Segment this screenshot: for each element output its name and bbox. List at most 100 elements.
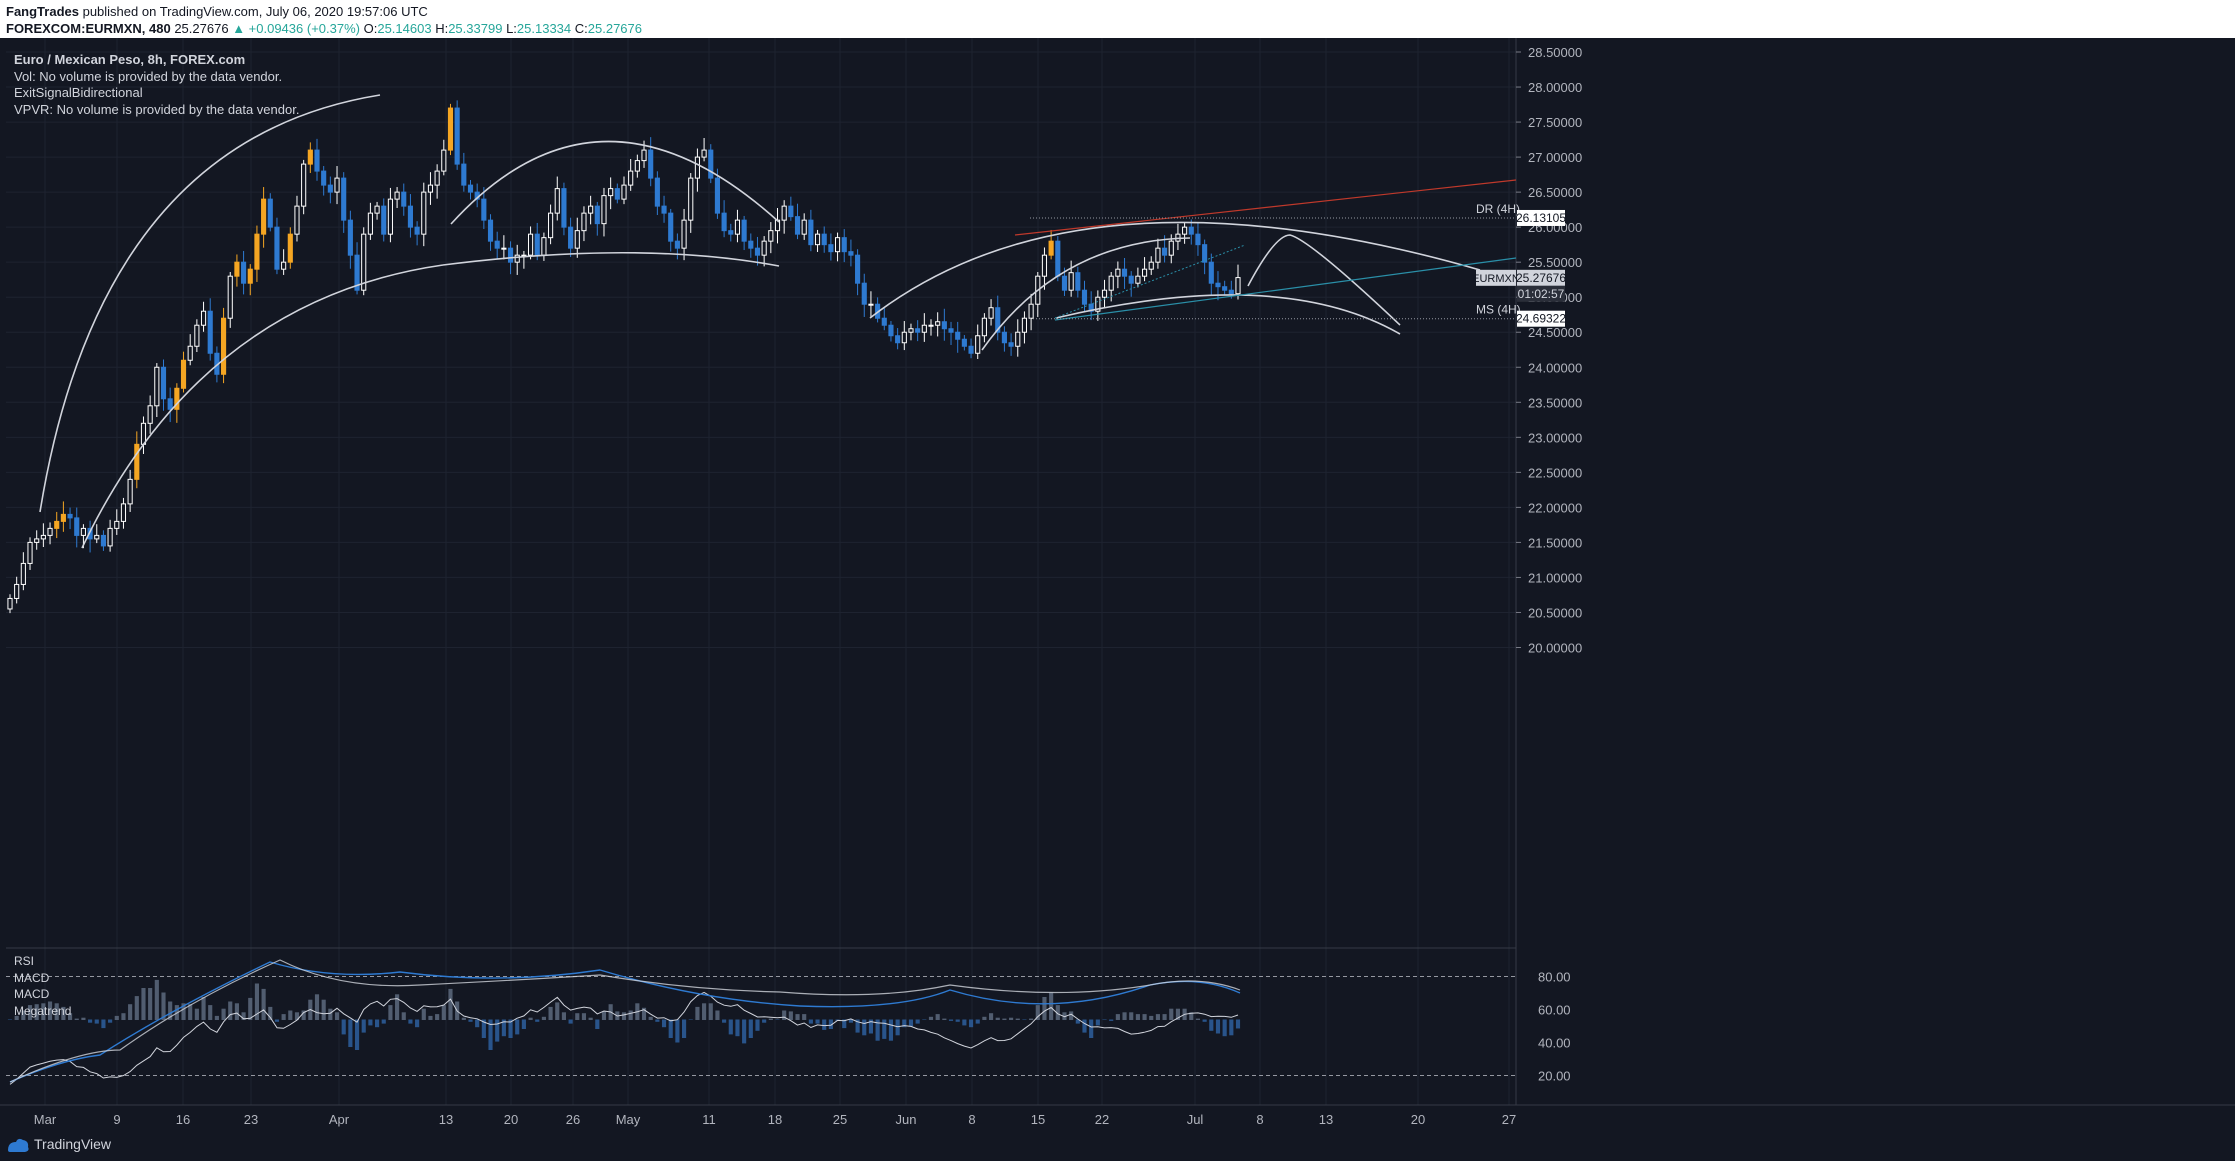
candle-body: [194, 324, 200, 347]
candle-body: [527, 233, 534, 256]
legend-title[interactable]: Euro / Mexican Peso, 8h, FOREX.com: [14, 52, 299, 69]
macd-histogram-bar: [415, 1019, 420, 1028]
macd-histogram-bar: [1002, 1018, 1007, 1020]
candle-body: [701, 149, 707, 158]
candle-body: [1222, 286, 1228, 291]
price-tick-label: 21.50000: [1528, 535, 1582, 550]
symbol-ohlc-line: FOREXCOM:EURMXN, 480 25.27676 ▲ +0.09436…: [6, 21, 642, 36]
macd-histogram-bar: [1162, 1014, 1167, 1020]
candle-body: [267, 198, 273, 228]
macd-histogram-bar: [234, 1003, 239, 1020]
macd-histogram-bar: [368, 1019, 373, 1026]
candle-body: [234, 261, 240, 277]
candle-body: [788, 205, 794, 218]
author-name[interactable]: FangTrades: [6, 4, 79, 19]
rsi-tick-label: 20.00: [1538, 1069, 1571, 1084]
candle-body: [381, 205, 387, 235]
macd-histogram-bar: [695, 1006, 700, 1020]
footer-brand[interactable]: TradingView: [34, 1136, 111, 1152]
price-tick-label: 26.50000: [1528, 185, 1582, 200]
candle-body: [708, 149, 714, 179]
macd-histogram-bar: [982, 1016, 987, 1020]
macd-histogram-bar: [735, 1019, 740, 1037]
candle-body: [728, 230, 734, 235]
price-axis[interactable]: 28.50000 28.00000 27.50000 27.00000 26.50000…: [1515, 38, 2235, 1143]
time-tick-label: Jul: [1187, 1112, 1204, 1127]
macd-histogram-bar: [1222, 1019, 1227, 1037]
candle-body: [27, 541, 33, 564]
macd-histogram-bar: [715, 1010, 720, 1020]
tradingview-logo-icon[interactable]: [6, 1136, 30, 1154]
price-tick-label: 20.00000: [1528, 640, 1582, 655]
candle-body: [948, 328, 954, 333]
last-price-value: 25.27676: [1516, 271, 1566, 285]
candle-body: [1115, 268, 1121, 277]
macd-histogram-bar: [1209, 1019, 1214, 1031]
candle-body: [821, 233, 827, 246]
time-tick-label: 18: [768, 1112, 782, 1127]
indicator-label-macd[interactable]: MACD: [14, 986, 71, 1003]
macd-histogram-bar: [201, 997, 206, 1020]
time-tick-label: 20: [504, 1112, 518, 1127]
macd-histogram-bar: [88, 1019, 93, 1023]
candle-body: [614, 188, 620, 200]
candle-body: [574, 230, 580, 249]
candle-body: [514, 254, 520, 263]
indicator-label-rsi[interactable]: RSI: [14, 953, 71, 970]
rsi-tick-label: 40.00: [1538, 1036, 1571, 1051]
candle-body: [888, 324, 894, 337]
candle-body: [561, 188, 567, 228]
publish-header: FangTrades published on TradingView.com,…: [0, 0, 2235, 38]
candle-body: [334, 177, 340, 193]
indicator-label-megatrend[interactable]: Megatrend: [14, 1003, 71, 1020]
candle-body: [828, 244, 834, 253]
macd-histogram-bar: [94, 1019, 99, 1024]
legend-line[interactable]: ExitSignalBidirectional: [14, 85, 299, 102]
macd-histogram-bar: [935, 1014, 940, 1020]
high-label: H:: [435, 21, 449, 36]
candle-body: [688, 177, 694, 221]
macd-histogram-bar: [348, 1019, 353, 1047]
candle-body: [1101, 289, 1108, 298]
macd-histogram-bar: [141, 988, 146, 1020]
indicator-label-macd[interactable]: MACD: [14, 970, 71, 987]
candle-body: [447, 107, 454, 151]
candle-body: [814, 233, 821, 246]
candle-body: [621, 184, 627, 200]
price-tick-label: 23.50000: [1528, 395, 1582, 410]
macd-histogram-bar: [1229, 1019, 1234, 1036]
macd-histogram-bar: [341, 1019, 346, 1035]
candle-body: [321, 170, 327, 186]
macd-histogram-bar: [1109, 1019, 1114, 1021]
time-tick-label: 26: [566, 1112, 580, 1127]
macd-histogram-bar: [128, 1004, 133, 1020]
macd-histogram-bar: [588, 1017, 593, 1020]
candle-body: [167, 398, 173, 410]
time-tick-label: 25: [833, 1112, 847, 1127]
candle-body: [975, 335, 981, 354]
candle-body: [1235, 277, 1241, 295]
price-chart[interactable]: 28.50000 28.00000 27.50000 27.00000 26.50000…: [0, 38, 2235, 1143]
candle-body: [301, 163, 307, 207]
symbol-name[interactable]: FOREXCOM:EURMXN, 480: [6, 21, 171, 36]
candle-body: [1001, 331, 1007, 344]
macd-histogram-bar: [334, 1012, 340, 1020]
legend-line[interactable]: VPVR: No volume is provided by the data …: [14, 102, 299, 119]
macd-histogram-bar: [988, 1013, 994, 1020]
candle-body: [467, 184, 474, 193]
macd-histogram-bar: [802, 1014, 807, 1020]
candle-body: [147, 405, 153, 424]
candle-body: [1021, 317, 1028, 333]
macd-histogram-bar: [134, 996, 139, 1020]
high-value: 25.33799: [448, 21, 503, 36]
macd-histogram-bar: [1195, 1018, 1201, 1020]
macd-histogram-bar: [628, 1010, 633, 1020]
candle-body: [881, 317, 887, 326]
legend-line[interactable]: Vol: No volume is provided by the data v…: [14, 69, 299, 86]
candle-body: [14, 583, 20, 599]
price-tick-label: 25.50000: [1528, 255, 1582, 270]
candle-body: [961, 338, 967, 347]
macd-histogram-bar: [1095, 1019, 1100, 1026]
candle-body: [441, 149, 447, 172]
macd-histogram-bar: [688, 1019, 693, 1020]
